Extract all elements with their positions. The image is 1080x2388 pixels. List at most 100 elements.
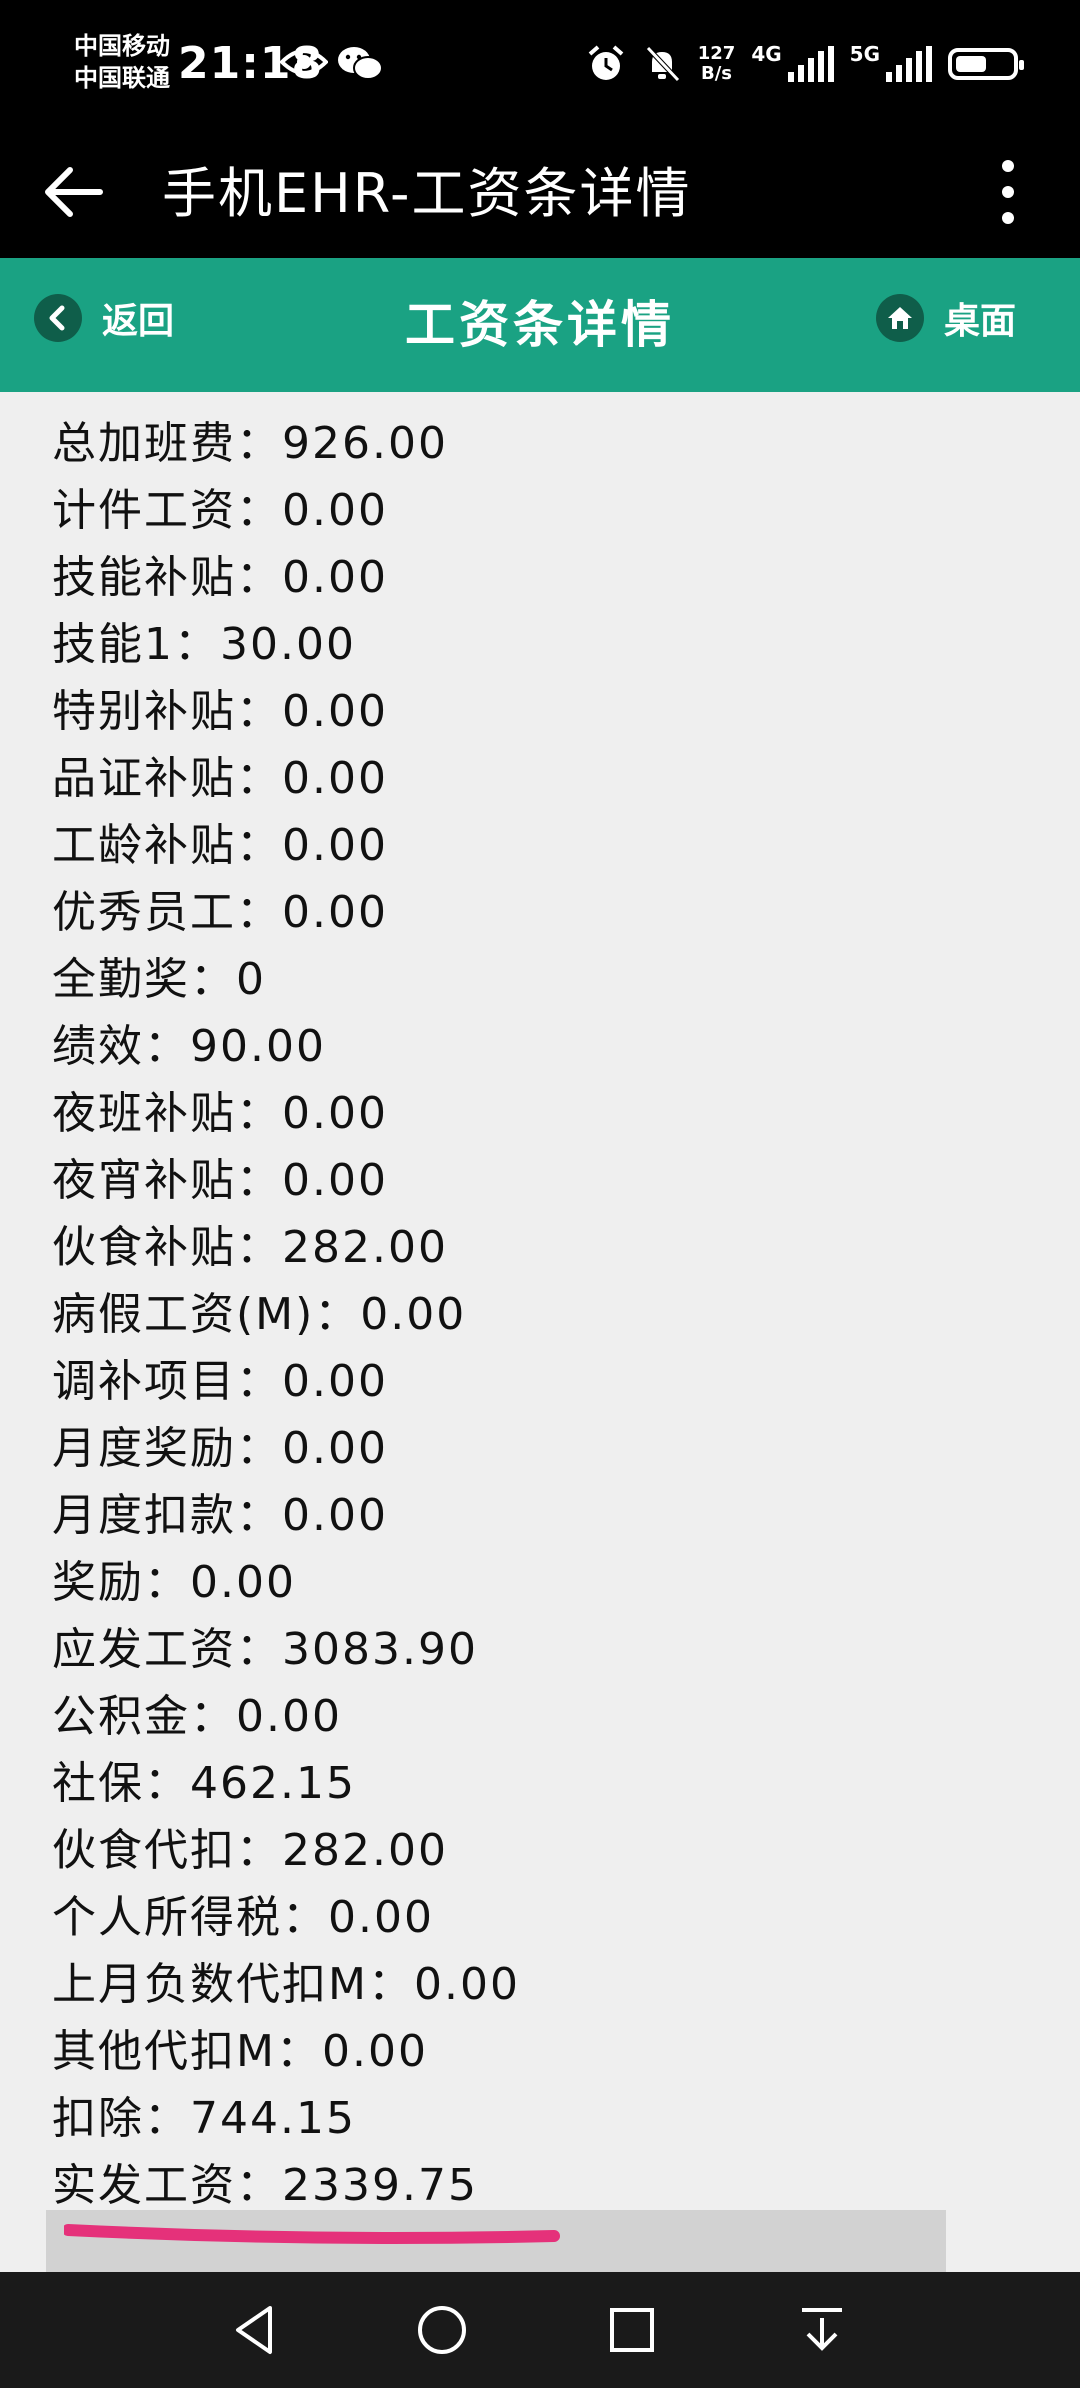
salary-row: 全勤奖：0 xyxy=(52,946,520,1013)
salary-row-value: 0.00 xyxy=(282,1490,388,1541)
salary-row-label: 个人所得税： xyxy=(52,1892,328,1943)
salary-row-label: 特别补贴： xyxy=(52,686,282,737)
nav-recents-icon[interactable] xyxy=(604,2302,660,2358)
salary-row: 品证补贴：0.00 xyxy=(52,745,520,812)
salary-row-value: 2339.75 xyxy=(282,2160,478,2211)
salary-row-value: 0.00 xyxy=(282,686,388,737)
salary-row-value: 744.15 xyxy=(190,2093,356,2144)
battery-icon xyxy=(948,48,1024,80)
salary-row: 特别补贴：0.00 xyxy=(52,678,520,745)
salary-row-value: 0 xyxy=(236,954,266,1005)
salary-row-label: 实发工资： xyxy=(52,2160,282,2211)
salary-row-label: 奖励： xyxy=(52,1557,190,1608)
salary-row-label: 病假工资(M)： xyxy=(52,1289,361,1340)
salary-row: 技能补贴：0.00 xyxy=(52,544,520,611)
salary-row-label: 技能1： xyxy=(52,619,220,670)
eye-icon xyxy=(280,49,328,75)
alarm-icon xyxy=(588,45,624,80)
salary-row: 实发工资：2339.75 xyxy=(52,2152,520,2219)
salary-row: 奖励：0.00 xyxy=(52,1549,520,1616)
wechat-icon xyxy=(338,47,383,80)
salary-row: 应发工资：3083.90 xyxy=(52,1616,520,1683)
salary-row-label: 夜班补贴： xyxy=(52,1088,282,1139)
salary-row-label: 公积金： xyxy=(52,1691,236,1742)
salary-row-value: 0.00 xyxy=(282,552,388,603)
salary-row-value: 0.00 xyxy=(282,1423,388,1474)
salary-row-label: 全勤奖： xyxy=(52,954,236,1005)
salary-row: 月度奖励：0.00 xyxy=(52,1415,520,1482)
back-arrow-icon[interactable] xyxy=(40,158,108,226)
salary-row-value: 0.00 xyxy=(282,485,388,536)
salary-row-value: 0.00 xyxy=(282,1088,388,1139)
more-options-icon[interactable] xyxy=(994,154,1022,230)
salary-row-value: 0.00 xyxy=(236,1691,342,1742)
home-button-label: 桌面 xyxy=(944,301,1017,342)
salary-row-value: 0.00 xyxy=(190,1557,296,1608)
nav-back-icon[interactable] xyxy=(228,2302,284,2358)
salary-row-label: 月度扣款： xyxy=(52,1490,282,1541)
status-icons: 127 B/s 4G 5G xyxy=(586,34,1024,94)
salary-row-label: 扣除： xyxy=(52,2093,190,2144)
salary-row-value: 282.00 xyxy=(282,1825,448,1876)
salary-row-label: 夜宵补贴： xyxy=(52,1155,282,1206)
system-navigation-bar xyxy=(0,2272,1080,2388)
salary-row-label: 社保： xyxy=(52,1758,190,1809)
app-bar: 手机EHR-工资条详情 xyxy=(0,130,1080,258)
salary-detail-list-container[interactable]: 总加班费：926.00 计件工资：0.00 技能补贴：0.00 技能1：30.00 特别… xyxy=(0,392,1080,2272)
signal-strength-icon-2 xyxy=(886,46,932,82)
carrier-labels: 中国移动 中国联通 xyxy=(74,30,170,94)
salary-row-label: 其他代扣M： xyxy=(52,2026,322,2077)
salary-row-label: 工龄补贴： xyxy=(52,820,282,871)
carrier-1: 中国移动 xyxy=(74,32,170,60)
salary-row-label: 月度奖励： xyxy=(52,1423,282,1474)
net-speed: 127 B/s xyxy=(697,43,736,84)
salary-row: 月度扣款：0.00 xyxy=(52,1482,520,1549)
nav-home-icon[interactable] xyxy=(414,2302,470,2358)
salary-row: 计件工资：0.00 xyxy=(52,477,520,544)
salary-row: 绩效：90.00 xyxy=(52,1013,520,1080)
salary-row-label: 伙食补贴： xyxy=(52,1222,282,1273)
battery-level xyxy=(956,56,986,72)
salary-row-value: 0.00 xyxy=(282,1356,388,1407)
salary-row: 工龄补贴：0.00 xyxy=(52,812,520,879)
salary-row: 技能1：30.00 xyxy=(52,611,520,678)
salary-row-value: 3083.90 xyxy=(282,1624,478,1675)
salary-row: 优秀员工：0.00 xyxy=(52,879,520,946)
carrier-2: 中国联通 xyxy=(74,64,170,92)
salary-row-value: 30.00 xyxy=(220,619,356,670)
salary-row-value: 0.00 xyxy=(282,820,388,871)
signal-strength-icon xyxy=(787,46,834,82)
salary-row-label: 绩效： xyxy=(52,1021,190,1072)
network-type-2: 5G xyxy=(849,42,880,66)
salary-row-label: 伙食代扣： xyxy=(52,1825,282,1876)
salary-row: 伙食补贴：282.00 xyxy=(52,1214,520,1281)
salary-row-label: 技能补贴： xyxy=(52,552,282,603)
salary-row-value: 0.00 xyxy=(360,1289,467,1340)
salary-row: 调补项目：0.00 xyxy=(52,1348,520,1415)
salary-row: 夜宵补贴：0.00 xyxy=(52,1147,520,1214)
nav-dropdown-icon[interactable] xyxy=(794,2302,850,2358)
app-title: 手机EHR-工资条详情 xyxy=(162,162,692,225)
salary-row-label: 品证补贴： xyxy=(52,753,282,804)
salary-row: 个人所得税：0.00 xyxy=(52,1884,520,1951)
salary-row: 其他代扣M：0.00 xyxy=(52,2018,520,2085)
network-type-1: 4G xyxy=(751,42,782,66)
salary-row-value: 0.00 xyxy=(282,887,388,938)
pink-underline-mark xyxy=(64,2224,560,2244)
salary-row: 伙食代扣：282.00 xyxy=(52,1817,520,1884)
salary-row-value: 0.00 xyxy=(321,2026,428,2077)
salary-row: 上月负数代扣M：0.00 xyxy=(52,1951,520,2018)
salary-row-value: 0.00 xyxy=(413,1959,520,2010)
home-icon xyxy=(876,294,924,342)
salary-row-label: 上月负数代扣M： xyxy=(52,1959,414,2010)
salary-row-value: 90.00 xyxy=(190,1021,326,1072)
salary-row: 社保：462.15 xyxy=(52,1750,520,1817)
salary-row: 总加班费：926.00 xyxy=(52,410,520,477)
salary-row: 扣除：744.15 xyxy=(52,2085,520,2152)
home-button[interactable]: 桌面 xyxy=(876,292,1016,344)
salary-row: 公积金：0.00 xyxy=(52,1683,520,1750)
page-header: 返回 工资条详情 桌面 xyxy=(0,258,1080,392)
salary-row: 病假工资(M)：0.00 xyxy=(52,1281,520,1348)
salary-row-label: 计件工资： xyxy=(52,485,282,536)
salary-row-value: 926.00 xyxy=(282,418,448,469)
